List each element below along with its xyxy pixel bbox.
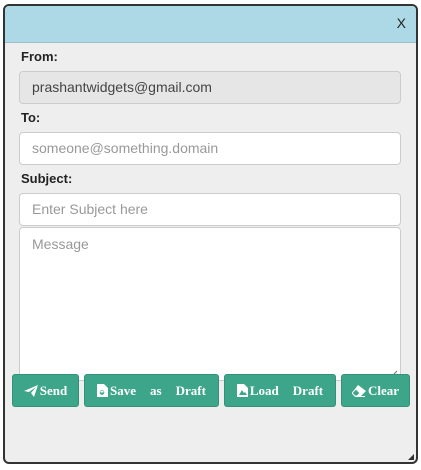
action-buttons: Send Save as Draft Load Draft Clear <box>12 374 414 407</box>
from-label: From: <box>21 49 58 64</box>
load-label-word1: Load <box>249 382 279 398</box>
subject-label: Subject: <box>21 171 73 186</box>
compose-form: From: prashantwidgets@gmail.com To: some… <box>5 48 416 381</box>
load-label-word2: Draft <box>292 382 324 398</box>
subject-input[interactable]: Enter Subject here <box>19 193 401 226</box>
load-file-icon <box>236 384 248 397</box>
save-label-word1: Save <box>110 382 137 398</box>
paper-plane-icon <box>23 384 38 397</box>
send-button[interactable]: Send <box>12 374 79 407</box>
send-label: Send <box>39 382 68 398</box>
load-draft-button[interactable]: Load Draft <box>224 374 336 407</box>
to-input[interactable]: someone@something.domain <box>19 132 401 165</box>
eraser-icon <box>351 384 366 397</box>
window-resize-icon[interactable] <box>405 451 414 460</box>
save-file-icon <box>97 384 109 397</box>
message-textarea[interactable]: Message <box>19 227 401 381</box>
save-label-word3: Draft <box>175 382 206 398</box>
message-placeholder: Message <box>32 236 89 252</box>
save-label-word2: as <box>150 382 162 398</box>
title-bar: X <box>5 6 416 43</box>
save-as-draft-button[interactable]: Save as Draft <box>84 374 219 407</box>
compose-window: X From: prashantwidgets@gmail.com To: so… <box>3 4 418 464</box>
from-field: prashantwidgets@gmail.com <box>19 71 401 104</box>
clear-button[interactable]: Clear <box>341 374 410 407</box>
close-button[interactable]: X <box>397 15 406 31</box>
to-label: To: <box>21 110 41 125</box>
clear-label: Clear <box>367 382 400 398</box>
